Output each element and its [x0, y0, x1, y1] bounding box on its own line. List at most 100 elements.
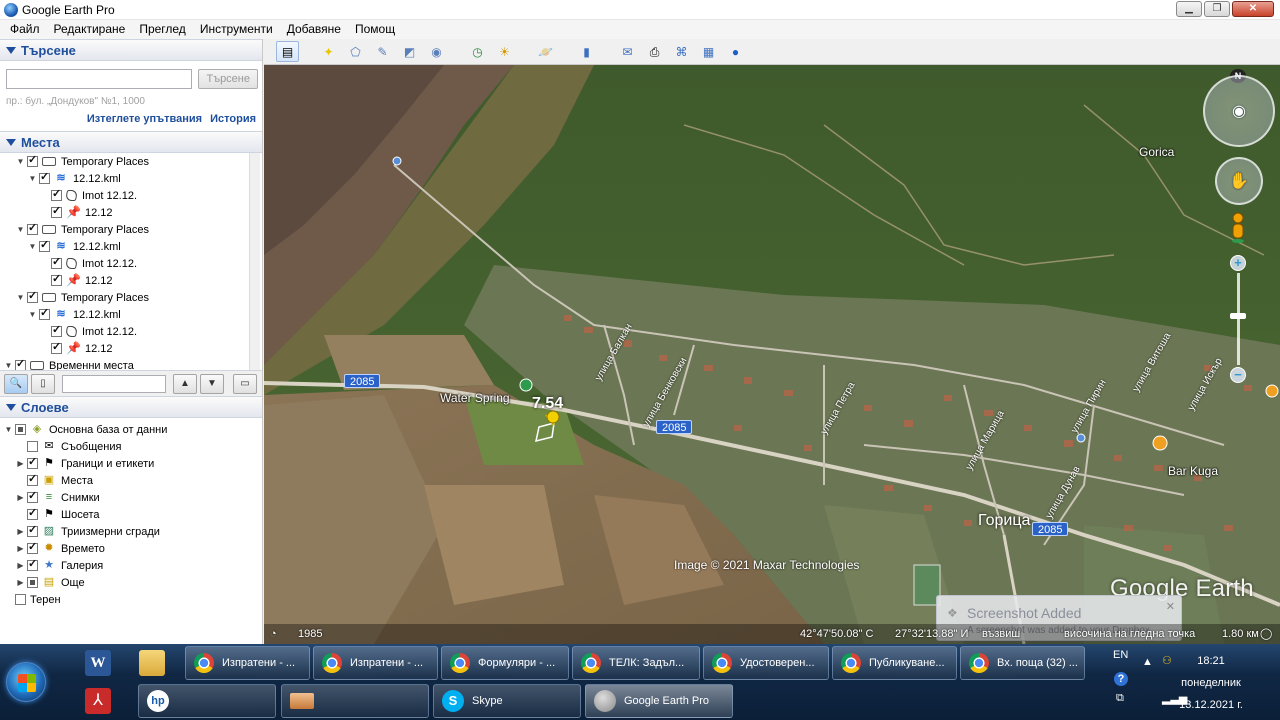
- toggle-sidebar-icon[interactable]: ▤: [276, 41, 299, 62]
- email-icon[interactable]: ✉: [616, 41, 639, 62]
- place-item[interactable]: Imot 12.12.: [0, 255, 262, 272]
- move-down-icon[interactable]: ▼: [200, 373, 224, 394]
- help-icon[interactable]: ?: [1114, 672, 1128, 686]
- taskbar-window-app[interactable]: [281, 684, 429, 718]
- menu-help[interactable]: Помощ: [348, 20, 402, 39]
- layer-item[interactable]: Терен: [0, 591, 262, 608]
- zoom-thumb[interactable]: [1230, 313, 1246, 319]
- taskbar-skype[interactable]: S Skype: [433, 684, 581, 718]
- visibility-checkbox[interactable]: [27, 153, 38, 167]
- visibility-checkbox[interactable]: [27, 441, 38, 452]
- expand-arrow-icon[interactable]: ▶: [16, 527, 25, 536]
- expand-arrow-icon[interactable]: ▼: [16, 157, 25, 166]
- historical-imagery-icon[interactable]: ◷: [466, 41, 489, 62]
- taskbar-chrome-2[interactable]: Изпратени - ...: [313, 646, 438, 680]
- place-item[interactable]: ▼ Temporary Places: [0, 153, 262, 170]
- look-joystick[interactable]: ◉: [1203, 75, 1275, 147]
- visibility-checkbox[interactable]: [27, 506, 38, 520]
- visibility-checkbox[interactable]: [15, 357, 26, 370]
- sunlight-icon[interactable]: ☀: [493, 41, 516, 62]
- visibility-checkbox[interactable]: [39, 170, 50, 184]
- visibility-checkbox[interactable]: [27, 557, 38, 571]
- menu-file[interactable]: Файл: [3, 20, 47, 39]
- start-button-icon[interactable]: [6, 662, 46, 702]
- place-item[interactable]: ▼ Temporary Places: [0, 289, 262, 306]
- place-item[interactable]: Imot 12.12.: [0, 187, 262, 204]
- add-image-overlay-icon[interactable]: ◩: [398, 41, 421, 62]
- layer-item[interactable]: ⚑ Шосета: [0, 506, 262, 523]
- place-item[interactable]: 📌 12.12: [0, 340, 262, 357]
- places-filter-input[interactable]: [62, 374, 166, 393]
- tray-icon[interactable]: ⧉: [1116, 692, 1124, 705]
- minimize-button[interactable]: ▁: [1176, 1, 1202, 17]
- visibility-checkbox[interactable]: [51, 272, 62, 286]
- add-path-icon[interactable]: ✎: [371, 41, 394, 62]
- place-item[interactable]: Imot 12.12.: [0, 323, 262, 340]
- search-panel-header[interactable]: Търсене: [0, 39, 262, 61]
- search-input[interactable]: [6, 69, 193, 89]
- show-hidden-icons[interactable]: ▲: [1142, 656, 1153, 668]
- view-in-maps-icon[interactable]: ▦: [697, 41, 720, 62]
- taskbar-google-earth[interactable]: Google Earth Pro: [585, 684, 733, 718]
- place-item[interactable]: ▼ ≋ 12.12.kml: [0, 306, 262, 323]
- expand-arrow-icon[interactable]: ▶: [16, 578, 25, 587]
- taskbar-chrome-6[interactable]: Публикуване...: [832, 646, 957, 680]
- map-view[interactable]: Gorica Water Spring Bar Kuga Горица 7.54…: [264, 65, 1280, 644]
- zoom-out-button[interactable]: −: [1230, 367, 1246, 383]
- print-icon[interactable]: ⎙: [643, 41, 666, 62]
- place-item[interactable]: 📌 12.12: [0, 272, 262, 289]
- layer-item[interactable]: ▶ ▨ Триизмерни сгради: [0, 523, 262, 540]
- record-tour-icon[interactable]: ◉: [425, 41, 448, 62]
- layer-item[interactable]: ▶ ✹ Времето: [0, 540, 262, 557]
- menu-view[interactable]: Преглед: [132, 20, 193, 39]
- layer-item[interactable]: ▶ ≡ Снимки: [0, 489, 262, 506]
- sidebar-toggle-icon[interactable]: ▯: [31, 373, 55, 394]
- language-indicator[interactable]: EN: [1113, 649, 1128, 661]
- zoom-slider[interactable]: + −: [1230, 255, 1246, 383]
- file-explorer-icon[interactable]: [139, 650, 165, 676]
- visibility-checkbox[interactable]: [39, 238, 50, 252]
- visibility-checkbox[interactable]: [27, 523, 38, 537]
- visibility-checkbox[interactable]: [27, 472, 38, 486]
- system-clock[interactable]: 18:21 понеделник 13.12.2021 г.: [1156, 650, 1266, 716]
- visibility-checkbox[interactable]: [27, 489, 38, 503]
- visibility-checkbox[interactable]: [51, 255, 62, 269]
- search-button[interactable]: Търсене: [198, 69, 258, 89]
- taskbar-chrome-4[interactable]: ТЕЛК: Задъл...: [572, 646, 700, 680]
- zoom-in-button[interactable]: +: [1230, 255, 1246, 271]
- taskbar-chrome-3[interactable]: Формуляри - ...: [441, 646, 569, 680]
- visibility-checkbox[interactable]: [27, 455, 38, 469]
- folder-icon[interactable]: ▭: [233, 373, 257, 394]
- visibility-checkbox[interactable]: [27, 289, 38, 303]
- ruler-icon[interactable]: ▮: [575, 41, 598, 62]
- layer-item[interactable]: ▶ ★ Галерия: [0, 557, 262, 574]
- taskbar-chrome-7[interactable]: Вх. поща (32) ...: [960, 646, 1085, 680]
- label-town-gorica[interactable]: Горица: [978, 512, 1030, 530]
- layers-panel-header[interactable]: Слоеве: [0, 396, 262, 418]
- layer-item[interactable]: ▶ ▤ Още: [0, 574, 262, 591]
- history-link[interactable]: История: [210, 113, 256, 131]
- word-icon[interactable]: W: [85, 650, 111, 676]
- maximize-button[interactable]: ❐: [1204, 1, 1230, 17]
- add-placemark-icon[interactable]: ✦: [317, 41, 340, 62]
- places-panel-header[interactable]: Места: [0, 131, 262, 153]
- visibility-checkbox[interactable]: [51, 340, 62, 354]
- expand-arrow-icon[interactable]: ▼: [28, 174, 37, 183]
- zoom-track[interactable]: [1237, 273, 1240, 365]
- visibility-checkbox[interactable]: [51, 187, 62, 201]
- visibility-checkbox[interactable]: [27, 577, 38, 588]
- historical-clock-icon[interactable]: ◔: [270, 628, 277, 640]
- expand-arrow-icon[interactable]: ▶: [16, 493, 25, 502]
- acrobat-icon[interactable]: ⅄: [85, 688, 111, 714]
- taskbar-hp-app[interactable]: hp: [138, 684, 276, 718]
- add-polygon-icon[interactable]: ⬠: [344, 41, 367, 62]
- place-item[interactable]: ▼ Временни места: [0, 357, 262, 370]
- visibility-checkbox[interactable]: [27, 221, 38, 235]
- visibility-checkbox[interactable]: [51, 204, 62, 218]
- get-directions-link[interactable]: Изтеглете упътвания: [87, 113, 202, 131]
- place-item[interactable]: 📌 12.12: [0, 204, 262, 221]
- visibility-checkbox[interactable]: [39, 306, 50, 320]
- expand-arrow-icon[interactable]: ▼: [4, 361, 13, 370]
- expand-arrow-icon[interactable]: ▶: [16, 459, 25, 468]
- visibility-checkbox[interactable]: [15, 424, 26, 435]
